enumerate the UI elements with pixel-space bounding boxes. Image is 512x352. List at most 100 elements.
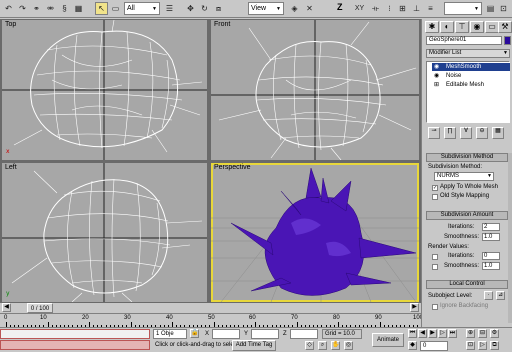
bind-space-warp-icon[interactable]: § xyxy=(58,2,71,15)
rotate-icon[interactable]: ↻ xyxy=(198,2,211,15)
viewport-top[interactable]: x Top xyxy=(2,20,207,160)
zoom-icon[interactable]: ⌕ xyxy=(318,341,327,350)
edge-mode-icon[interactable]: ⊿ xyxy=(496,291,505,300)
create-tab-icon[interactable]: ✱ xyxy=(425,21,439,33)
arc-rotate-icon[interactable]: ◎ xyxy=(344,341,353,350)
time-slider[interactable]: 0 / 100 xyxy=(27,303,53,313)
redo-icon[interactable]: ↷ xyxy=(16,2,29,15)
array-icon[interactable]: ⁝ xyxy=(383,2,396,15)
unlink-icon[interactable]: ⚮ xyxy=(44,2,57,15)
named-selection-dropdown[interactable]: ▼ xyxy=(444,2,482,15)
undo-icon[interactable]: ↶ xyxy=(2,2,15,15)
key-mode-toggle-icon[interactable]: ◆ xyxy=(408,341,417,350)
display-tab-icon[interactable]: ▭ xyxy=(485,21,499,33)
subdivision-method-dropdown[interactable]: NURMS ▼ xyxy=(434,172,494,181)
zoom-extents-icon[interactable]: ⊡ xyxy=(466,341,475,350)
left-wireframe: y xyxy=(2,163,207,302)
panel-scrollbar[interactable] xyxy=(508,153,512,323)
x-coord-field[interactable] xyxy=(212,329,240,339)
mirror-icon[interactable]: ⟛ xyxy=(369,2,382,15)
track-view-icon[interactable]: ▤ xyxy=(484,2,497,15)
rollout-subdivision-amount[interactable]: Subdivision Amount xyxy=(426,211,508,220)
lock-selection-icon[interactable]: 🔒 xyxy=(190,329,199,338)
maxscript-output[interactable] xyxy=(0,340,150,350)
render-smoothness-label: Smoothness: xyxy=(444,263,480,269)
z-coord-field[interactable] xyxy=(290,329,318,339)
zoom-all-icon[interactable]: ⊕ xyxy=(466,329,475,338)
smoothness-spinner[interactable]: 1.0 xyxy=(482,233,500,241)
current-frame-field[interactable]: 0 xyxy=(420,341,448,351)
select-object-icon[interactable]: ↖ xyxy=(95,2,108,15)
viewport-label-left[interactable]: Left xyxy=(5,164,17,171)
viewport-perspective[interactable]: Perspective xyxy=(211,163,419,302)
stack-item-noise[interactable]: ◉ Noise xyxy=(432,72,510,80)
modifier-list-dropdown[interactable]: Modifier List ▼ xyxy=(426,49,510,58)
animate-button[interactable]: Animate xyxy=(372,333,404,347)
selection-filter-dropdown[interactable]: All ▼ xyxy=(124,2,160,15)
rollout-local-control[interactable]: Local Control xyxy=(426,280,508,289)
expand-icon[interactable]: ⊞ xyxy=(434,81,439,89)
render-smoothness-spinner[interactable]: 1.0 xyxy=(482,262,500,270)
x-axis-constraint-icon[interactable]: ✕ xyxy=(303,2,316,15)
pivot-center-icon[interactable]: ◈ xyxy=(288,2,301,15)
maxscript-listener[interactable] xyxy=(0,329,150,339)
render-iterations-spinner[interactable]: 0 xyxy=(482,252,500,260)
object-color-swatch[interactable] xyxy=(504,36,511,45)
viewport-label-perspective[interactable]: Perspective xyxy=(214,164,251,171)
select-by-name-icon[interactable]: ▦ xyxy=(72,2,85,15)
object-name-field[interactable]: GeoSphere01 xyxy=(426,36,502,45)
go-to-start-icon[interactable]: ⏮ xyxy=(408,329,417,338)
reference-coordinate-dropdown[interactable]: View ▼ xyxy=(248,2,284,15)
make-unique-icon[interactable]: ∀ xyxy=(460,127,472,139)
prev-key-icon[interactable]: ◀ xyxy=(418,329,427,338)
select-by-name-icon[interactable]: ☰ xyxy=(163,2,176,15)
select-and-link-icon[interactable]: ⚭ xyxy=(30,2,43,15)
modify-tab-icon[interactable]: ◐ xyxy=(440,21,454,33)
move-icon[interactable]: ✥ xyxy=(184,2,197,15)
next-key-icon[interactable]: ▷ xyxy=(438,329,447,338)
render-smoothness-checkbox[interactable] xyxy=(432,264,438,270)
schematic-view-icon[interactable]: ⊡ xyxy=(497,2,510,15)
vertex-mode-icon[interactable]: · xyxy=(484,291,493,300)
iterations-spinner[interactable]: 2 xyxy=(482,223,500,231)
z-axis-constraint-icon[interactable]: Z xyxy=(337,2,343,12)
lightbulb-icon[interactable]: ◉ xyxy=(434,63,439,71)
named-selection-icon[interactable]: ≡ xyxy=(424,2,437,15)
ignore-backfacing-checkbox[interactable] xyxy=(432,304,438,310)
lightbulb-icon[interactable]: ◉ xyxy=(434,72,439,80)
viewport-label-front[interactable]: Front xyxy=(214,21,230,28)
select-region-icon[interactable]: ▭ xyxy=(109,2,122,15)
rollout-subdivision-method[interactable]: Subdivision Method xyxy=(426,153,508,162)
pin-stack-icon[interactable]: ⊸ xyxy=(428,127,440,139)
add-time-tag-button[interactable]: Add Time Tag xyxy=(232,340,276,351)
time-config-icon[interactable]: ⚙ xyxy=(490,329,499,338)
old-style-mapping-checkbox[interactable] xyxy=(432,194,438,200)
apply-whole-mesh-checkbox[interactable]: ✓ xyxy=(432,185,438,191)
pan-icon[interactable]: ✋ xyxy=(331,341,340,350)
remove-modifier-icon[interactable]: ⊖ xyxy=(476,127,488,139)
next-frame-icon[interactable]: ▶ xyxy=(410,303,419,312)
field-of-view-icon[interactable]: ▷ xyxy=(478,341,487,350)
render-iterations-checkbox[interactable] xyxy=(432,254,438,260)
key-mode-icon[interactable]: ◇ xyxy=(305,341,314,350)
show-end-result-icon[interactable]: ∏ xyxy=(444,127,456,139)
y-coord-field[interactable] xyxy=(251,329,279,339)
scale-icon[interactable]: ⧈ xyxy=(212,2,225,15)
viewport-left[interactable]: y Left xyxy=(2,163,207,302)
stack-item-editable-mesh[interactable]: ⊞ Editable Mesh xyxy=(432,81,510,89)
play-icon[interactable]: ▶ xyxy=(428,329,437,338)
motion-tab-icon[interactable]: ◉ xyxy=(470,21,484,33)
go-to-end-icon[interactable]: ⏭ xyxy=(448,329,457,338)
xy-plane-constraint-icon[interactable]: XY xyxy=(353,2,366,15)
stack-item-meshsmooth[interactable]: ◉ MeshSmooth xyxy=(432,63,510,71)
prev-frame-icon[interactable]: ◀ xyxy=(2,303,11,312)
viewport-front[interactable]: Front xyxy=(211,20,419,160)
utilities-tab-icon[interactable]: ⚒ xyxy=(498,21,512,33)
normal-align-icon[interactable]: ⊥ xyxy=(410,2,423,15)
configure-sets-icon[interactable]: ▦ xyxy=(492,127,504,139)
min-max-toggle-icon[interactable]: ⧉ xyxy=(490,341,499,350)
viewport-label-top[interactable]: Top xyxy=(5,21,16,28)
align-icon[interactable]: ⊞ xyxy=(396,2,409,15)
region-zoom-icon[interactable]: ⊟ xyxy=(478,329,487,338)
hierarchy-tab-icon[interactable]: ⊤ xyxy=(455,21,469,33)
